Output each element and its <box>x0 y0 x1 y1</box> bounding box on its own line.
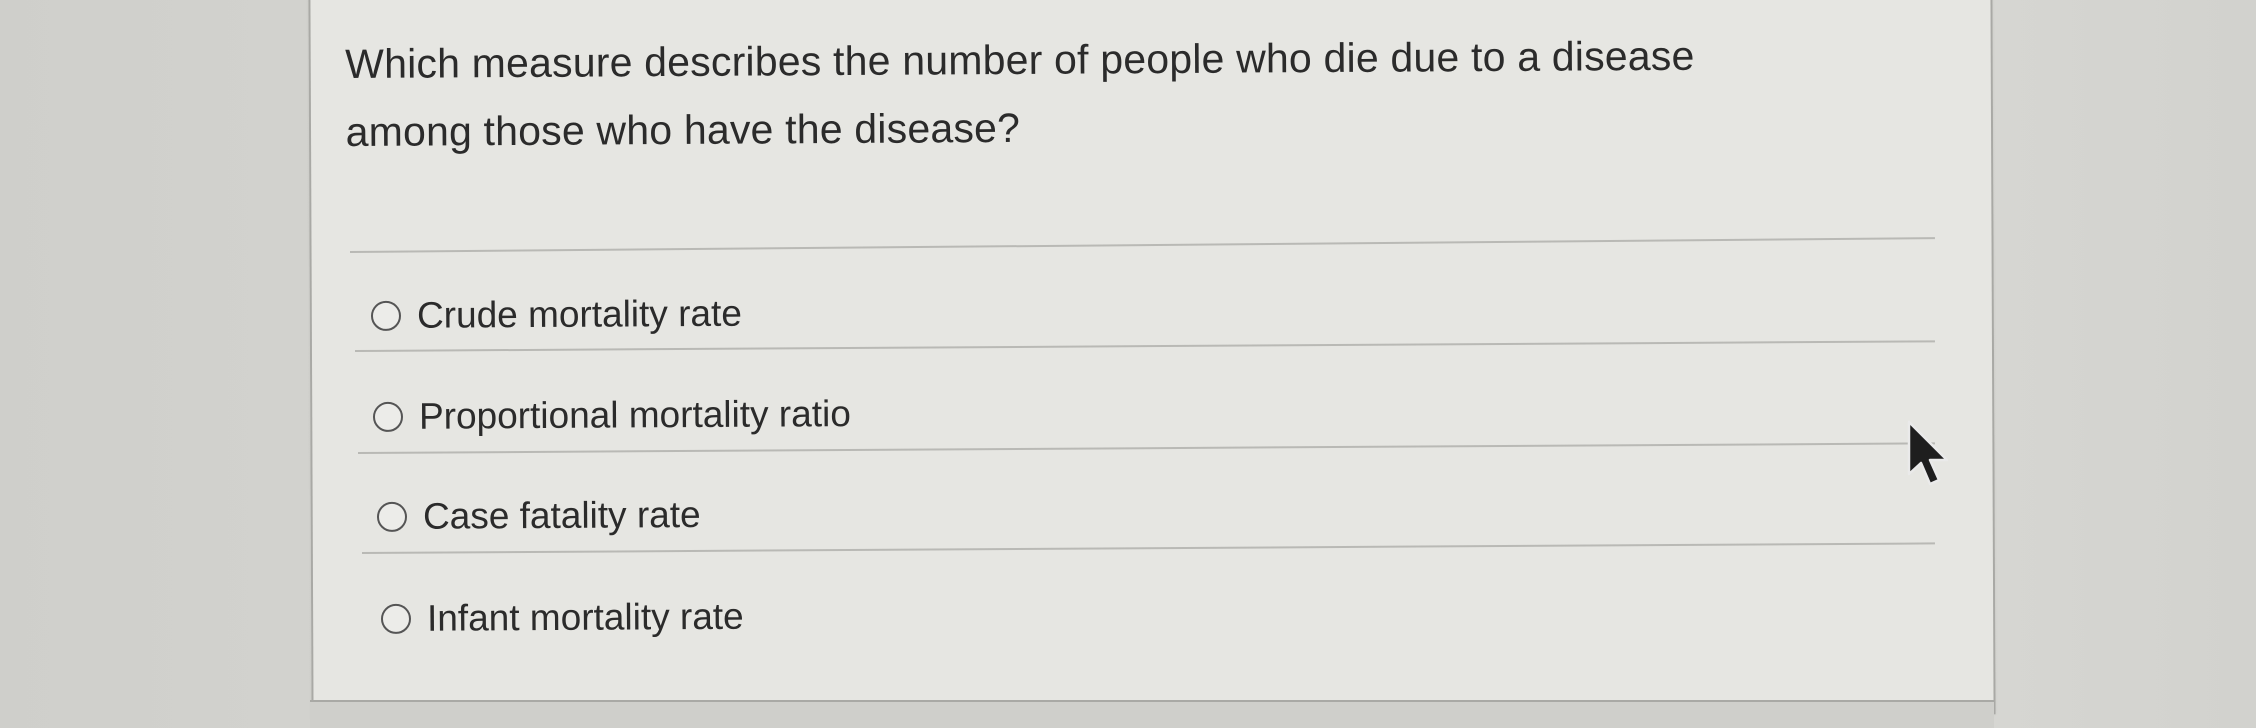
question-text: Which measure describes the number of pe… <box>345 20 1906 166</box>
answer-option-crude-mortality-rate[interactable]: Crude mortality rate <box>370 292 743 337</box>
card-bottom-edge <box>310 700 1994 728</box>
answer-option-label: Case fatality rate <box>422 494 701 537</box>
answer-option-case-fatality-rate[interactable]: Case fatality rate <box>376 494 701 538</box>
mouse-pointer-icon <box>1907 420 1949 486</box>
radio-unselected-icon[interactable] <box>380 603 412 634</box>
radio-unselected-icon[interactable] <box>372 401 404 432</box>
question-text-line-2: among those who have the disease? <box>345 104 1021 155</box>
answer-option-label: Proportional mortality ratio <box>418 393 851 437</box>
answer-option-proportional-mortality-ratio[interactable]: Proportional mortality ratio <box>372 393 851 438</box>
page: Which measure describes the number of pe… <box>0 0 2256 728</box>
answer-option-infant-mortality-rate[interactable]: Infant mortality rate <box>380 595 744 640</box>
question-text-line-1: Which measure describes the number of pe… <box>345 32 1695 87</box>
radio-unselected-icon[interactable] <box>370 300 402 331</box>
answer-option-label: Crude mortality rate <box>416 292 743 336</box>
answer-option-label: Infant mortality rate <box>426 595 744 639</box>
radio-unselected-icon[interactable] <box>376 501 408 532</box>
